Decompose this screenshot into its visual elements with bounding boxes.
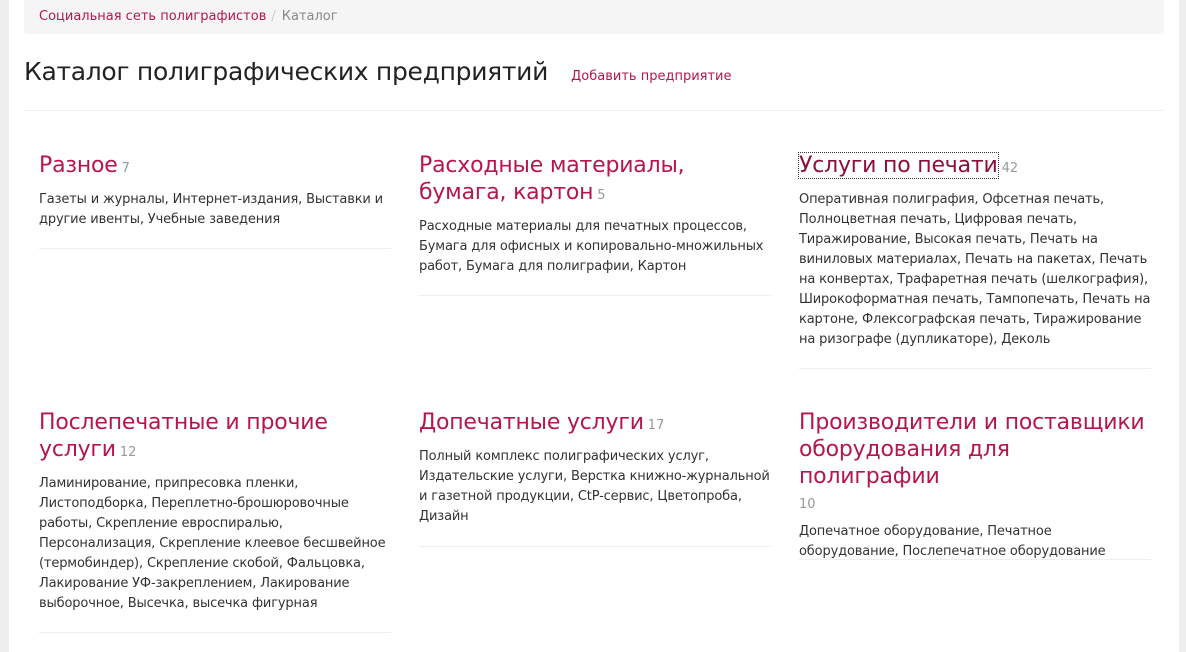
breadcrumb-current: Каталог (281, 9, 338, 24)
category-card-prepress: Допечатные услуги 17 Полный комплекс поли… (419, 409, 771, 547)
category-count: 10 (799, 497, 816, 512)
category-card-misc: Разное 7 Газеты и журналы, Интернет-издан… (39, 152, 391, 249)
category-count: 12 (119, 445, 137, 460)
category-card-equipment: Производители и поставщики оборудования … (799, 409, 1151, 560)
page-title: Каталог полиграфических предприятий (24, 57, 549, 86)
category-title-link[interactable]: Производители и поставщики оборудования … (799, 410, 1145, 489)
category-title-link[interactable]: Услуги по печати (798, 152, 999, 179)
breadcrumb: Социальная сеть полиграфистов / Каталог (24, 0, 1164, 34)
category-heading: Допечатные услуги 17 (419, 409, 771, 439)
category-heading: Расходные материалы, бумага, картон 5 (419, 152, 771, 209)
category-title-link[interactable]: Разное (39, 153, 118, 178)
category-description: Газеты и журналы, Интернет-издания, Выст… (39, 192, 383, 227)
category-title-link[interactable]: Послепечатные и прочие услуги (39, 410, 328, 462)
category-count: 42 (1001, 161, 1019, 176)
category-description: Полный комплекс полиграфических услуг, И… (419, 449, 770, 524)
category-description: Допечатное оборудование, Печатное оборуд… (799, 524, 1106, 559)
category-description: Расходные материалы для печатных процесс… (419, 219, 764, 274)
page-container: Социальная сеть полиграфистов / Каталог Ка… (9, 0, 1179, 652)
category-title-link[interactable]: Допечатные услуги (419, 410, 644, 435)
category-card-printing: Услуги по печати 42 Оперативная полиграфи… (798, 152, 1151, 369)
category-count: 5 (597, 188, 606, 203)
category-heading: Производители и поставщики оборудования … (799, 409, 1151, 514)
page-header: Каталог полиграфических предприятий Доба… (24, 52, 1164, 111)
category-title-link[interactable]: Расходные материалы, бумага, картон (419, 153, 685, 205)
category-card-materials: Расходные материалы, бумага, картон 5 Рас… (419, 152, 771, 296)
category-heading: Услуги по печати 42 (798, 152, 1151, 182)
category-description: Оперативная полиграфия, Офсетная печать,… (799, 192, 1151, 347)
category-heading: Разное 7 (39, 152, 391, 182)
category-description: Ламинирование, припресовка пленки, Листо… (39, 476, 386, 611)
category-card-postpress: Послепечатные и прочие услуги 12 Ламиниро… (39, 409, 391, 633)
add-enterprise-link[interactable]: Добавить предприятие (571, 69, 731, 84)
breadcrumb-home-link[interactable]: Социальная сеть полиграфистов (39, 9, 266, 24)
category-heading: Послепечатные и прочие услуги 12 (39, 409, 391, 466)
breadcrumb-separator: / (271, 9, 276, 24)
category-count: 7 (121, 161, 130, 176)
category-count: 17 (647, 418, 665, 433)
